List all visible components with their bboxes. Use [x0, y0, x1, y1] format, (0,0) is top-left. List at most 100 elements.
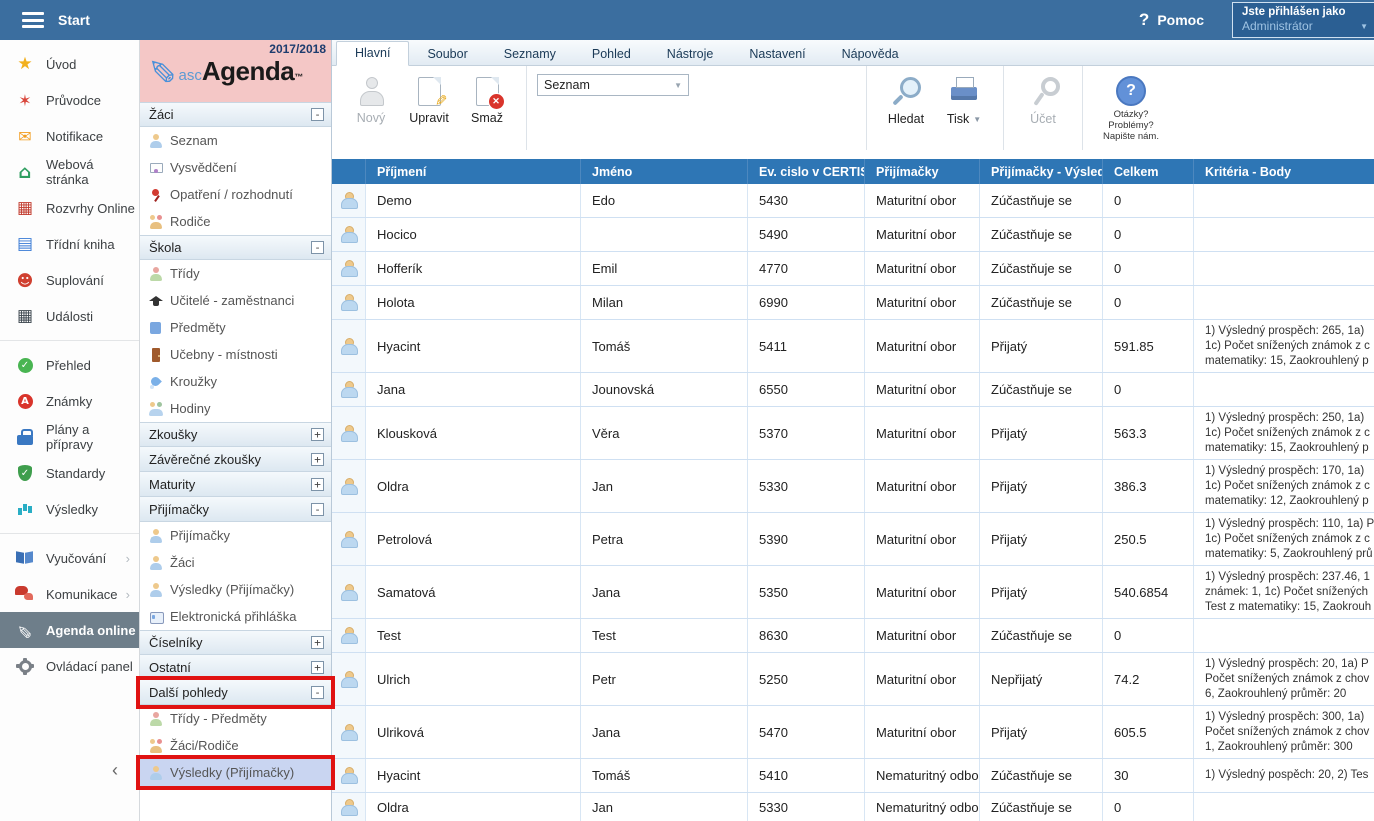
sidebar-item[interactable]: Průvodce [0, 82, 139, 118]
tree-row[interactable]: Hodiny [140, 395, 331, 422]
table-row[interactable]: Test Test 8630 Maturitní obor Zúčastňuje… [332, 619, 1374, 653]
sidebar-item[interactable]: Rozvrhy Online [0, 190, 139, 226]
hamburger-menu-icon[interactable] [22, 12, 44, 28]
tree-row[interactable]: Závěrečné zkoušky + [140, 447, 331, 472]
column-header[interactable]: Přijímačky - Výsled [979, 159, 1102, 184]
tree-row[interactable]: Další pohledy - [140, 680, 331, 705]
table-row[interactable]: Ulrich Petr 5250 Maturitní obor Nepřijat… [332, 653, 1374, 706]
tree-row[interactable]: Rodiče [140, 208, 331, 235]
column-header[interactable]: Jméno [580, 159, 747, 184]
table-row[interactable]: Hofferík Emil 4770 Maturitní obor Zúčast… [332, 252, 1374, 286]
table-row[interactable]: Klousková Věra 5370 Maturitní obor Přija… [332, 407, 1374, 460]
tree-row[interactable]: Škola - [140, 235, 331, 260]
sidebar-item[interactable]: Známky [0, 383, 139, 419]
expand-collapse-box[interactable]: - [311, 686, 324, 699]
tree-row[interactable]: Třídy - Předměty [140, 705, 331, 732]
tree-row[interactable]: Výsledky (Přijímačky) [140, 759, 331, 786]
expand-collapse-box[interactable]: + [311, 453, 324, 466]
account-button[interactable]: Účet [1014, 72, 1072, 126]
column-header[interactable]: Kritéria - Body [1193, 159, 1374, 184]
sidebar-item[interactable]: Standardy [0, 455, 139, 491]
toolbar-search-group: Hledat Tisk ▼ [867, 66, 1004, 150]
tree-row[interactable]: Vysvědčení [140, 154, 331, 181]
menu-tab[interactable]: Seznamy [486, 43, 574, 66]
sidebar-item[interactable]: Komunikace › [0, 576, 139, 612]
sidebar-item[interactable]: Události [0, 298, 139, 334]
table-row[interactable]: Jana Jounovská 6550 Maturitní obor Zúčas… [332, 373, 1374, 407]
tree-row[interactable]: Maturity + [140, 472, 331, 497]
tree-row[interactable]: Přijímačky [140, 522, 331, 549]
sidebar-item[interactable]: Plány a přípravy [0, 419, 139, 455]
table-row[interactable]: Ulriková Jana 5470 Maturitní obor Přijat… [332, 706, 1374, 759]
print-button[interactable]: Tisk ▼ [935, 72, 993, 126]
sidebar-collapse-button[interactable]: ‹ [112, 760, 118, 781]
cell-exam-type: Nematuritný odbor [864, 793, 979, 821]
search-button[interactable]: Hledat [877, 72, 935, 126]
tree-row[interactable]: Žáci [140, 549, 331, 576]
menu-tab[interactable]: Nápověda [824, 43, 917, 66]
sidebar-item[interactable]: Webová stránka [0, 154, 139, 190]
tree-row[interactable]: Žáci - [140, 102, 331, 127]
table-row[interactable]: Samatová Jana 5350 Maturitní obor Přijat… [332, 566, 1374, 619]
column-header[interactable]: Ev. cislo v CERTIS [747, 159, 864, 184]
menu-tab[interactable]: Pohled [574, 43, 649, 66]
tree-row[interactable]: Opatření / rozhodnutí [140, 181, 331, 208]
new-button[interactable]: Nový [342, 72, 400, 125]
tree-row[interactable]: Elektronická přihláška [140, 603, 331, 630]
column-header[interactable]: Příjmení [365, 159, 580, 184]
sidebar-item[interactable]: Notifikace [0, 118, 139, 154]
sidebar-item[interactable]: Úvod [0, 46, 139, 82]
sidebar-item[interactable]: Přehled [0, 347, 139, 383]
sidebar-item[interactable]: Ovládací panel [0, 648, 139, 684]
start-menu-button[interactable]: Start [58, 12, 90, 28]
expand-collapse-box[interactable]: - [311, 241, 324, 254]
table-row[interactable]: Holota Milan 6990 Maturitní obor Zúčastň… [332, 286, 1374, 320]
tree-row[interactable]: Žáci/Rodiče [140, 732, 331, 759]
tree-row[interactable]: Zkoušky + [140, 422, 331, 447]
tree-row[interactable]: Učebny - místnosti [140, 341, 331, 368]
edit-button[interactable]: Upravit [400, 72, 458, 125]
tree-row[interactable]: Třídy [140, 260, 331, 287]
expand-collapse-box[interactable]: + [311, 661, 324, 674]
help-question-icon[interactable]: ? [1139, 10, 1149, 30]
tree-row[interactable]: Výsledky (Přijímačky) [140, 576, 331, 603]
table-row[interactable]: Hyacint Tomáš 5411 Maturitní obor Přijat… [332, 320, 1374, 373]
contact-support-button[interactable]: ? Otázky? Problémy? Napište nám. [1093, 72, 1169, 142]
table-row[interactable]: Oldra Jan 5330 Nematuritný odbor Zúčastň… [332, 793, 1374, 821]
main-area: Hlavní Soubor Seznamy Pohled Nástroje Na… [332, 40, 1374, 821]
tree-row[interactable]: Ostatní + [140, 655, 331, 680]
expand-collapse-box[interactable]: + [311, 428, 324, 441]
logged-in-user-dropdown[interactable]: Jste přihlášen jako Administrátor ▼ [1232, 2, 1374, 38]
sidebar-item[interactable]: Vyučování › [0, 540, 139, 576]
expand-collapse-box[interactable]: + [311, 636, 324, 649]
expand-collapse-box[interactable]: - [311, 108, 324, 121]
tree-row[interactable]: Přijímačky - [140, 497, 331, 522]
menu-tab[interactable]: Nastavení [731, 43, 823, 66]
table-row[interactable]: Petrolová Petra 5390 Maturitní obor Přij… [332, 513, 1374, 566]
sidebar-item[interactable]: Třídní kniha [0, 226, 139, 262]
toolbar-help-group: ? Otázky? Problémy? Napište nám. [1083, 66, 1179, 150]
help-button[interactable]: Pomoc [1157, 12, 1204, 28]
sidebar-item[interactable]: Agenda online [0, 612, 139, 648]
delete-button[interactable]: Smaž [458, 72, 516, 125]
menu-tab[interactable]: Hlavní [336, 41, 409, 66]
expand-collapse-box[interactable]: + [311, 478, 324, 491]
sidebar-item[interactable]: Suplování [0, 262, 139, 298]
table-row[interactable]: Oldra Jan 5330 Maturitní obor Přijatý 38… [332, 460, 1374, 513]
tree-row[interactable]: Seznam [140, 127, 331, 154]
tree-row[interactable]: Předměty [140, 314, 331, 341]
table-row[interactable]: Hocico 5490 Maturitní obor Zúčastňuje se… [332, 218, 1374, 252]
column-header[interactable]: Celkem [1102, 159, 1193, 184]
column-header[interactable]: Přijímačky [864, 159, 979, 184]
menu-tab[interactable]: Soubor [409, 43, 485, 66]
tree-row[interactable]: Kroužky [140, 368, 331, 395]
sidebar-item[interactable]: Výsledky [0, 491, 139, 527]
menu-tab[interactable]: Nástroje [649, 43, 732, 66]
table-row[interactable]: Hyacint Tomáš 5410 Nematuritný odbor Zúč… [332, 759, 1374, 793]
tree-row[interactable]: Učitelé - zaměstnanci [140, 287, 331, 314]
tree-row[interactable]: Číselníky + [140, 630, 331, 655]
expand-collapse-box[interactable]: - [311, 503, 324, 516]
view-select-combo[interactable]: Seznam ▼ [537, 74, 689, 96]
cell-total-points: 0 [1102, 286, 1193, 319]
table-row[interactable]: Demo Edo 5430 Maturitní obor Zúčastňuje … [332, 184, 1374, 218]
